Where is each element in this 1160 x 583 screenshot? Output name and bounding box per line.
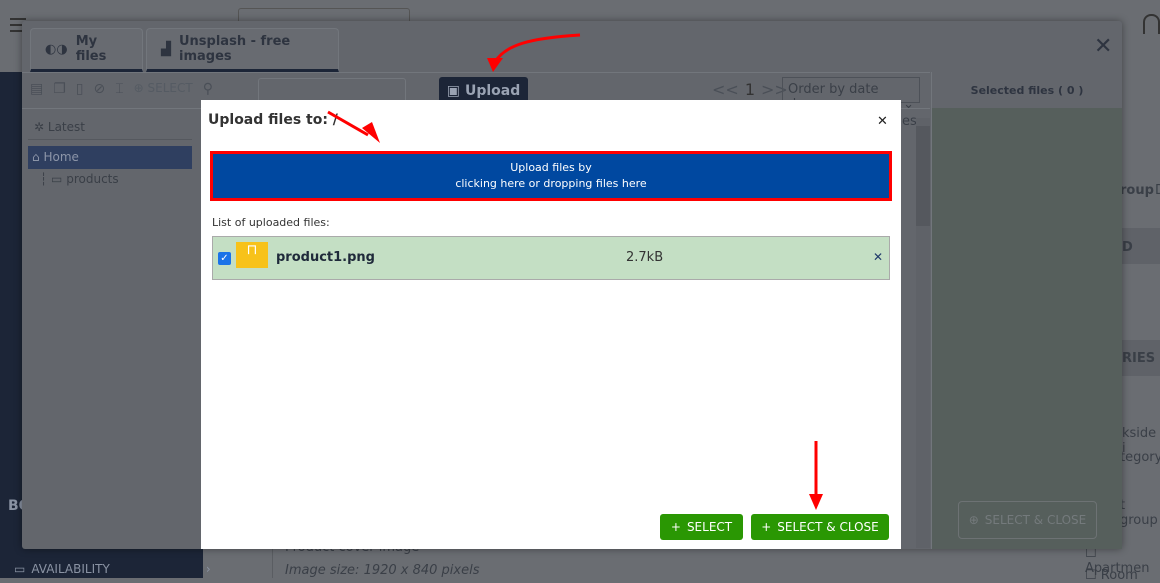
arrow-to-upload-head [487, 58, 503, 72]
arrow-to-dropzone [327, 110, 369, 137]
arrow-to-upload [493, 33, 581, 63]
annotation-arrows [327, 33, 823, 510]
arrow-to-select-close-head [809, 494, 823, 510]
